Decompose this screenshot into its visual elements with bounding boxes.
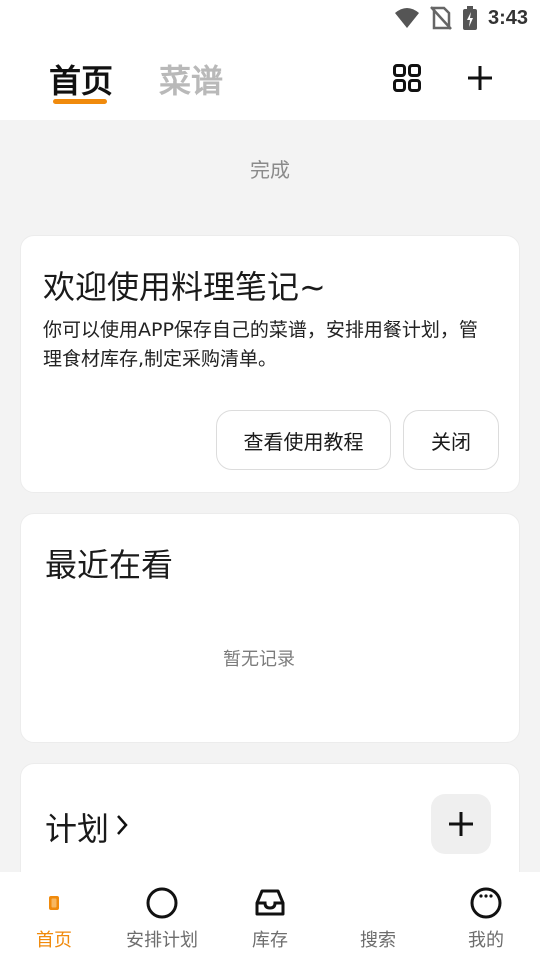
- top-header: 首页 菜谱: [0, 36, 540, 120]
- welcome-card: 欢迎使用料理笔记~ 你可以使用APP保存自己的菜谱，安排用餐计划，管理食材库存,…: [20, 235, 520, 493]
- no-sim-icon: [430, 6, 452, 30]
- profile-icon: [470, 886, 502, 920]
- wifi-icon: [394, 7, 420, 29]
- active-tab-indicator: [53, 99, 107, 104]
- chevron-right-icon: [115, 813, 129, 841]
- nav-label-profile: 我的: [468, 930, 504, 951]
- nav-label-home: 首页: [36, 930, 72, 951]
- tab-home[interactable]: 首页: [49, 56, 113, 102]
- nav-item-home[interactable]: 首页: [0, 872, 108, 960]
- tab-recipes[interactable]: 菜谱: [159, 56, 223, 102]
- home-icon: [47, 886, 61, 920]
- done-button[interactable]: 完成: [0, 154, 540, 183]
- recent-title: 最近在看: [45, 546, 174, 584]
- nav-label-schedule: 安排计划: [126, 930, 198, 951]
- nav-item-profile[interactable]: 我的: [432, 872, 540, 960]
- close-button[interactable]: 关闭: [403, 410, 499, 470]
- inbox-icon: [255, 886, 285, 920]
- circle-icon: [146, 886, 178, 920]
- status-time: 3:43: [487, 6, 528, 29]
- battery-icon: [462, 6, 478, 30]
- recent-card: 最近在看 暂无记录: [20, 513, 520, 743]
- nav-item-schedule[interactable]: 安排计划: [108, 872, 216, 960]
- add-icon: [449, 812, 473, 836]
- plus-icon[interactable]: [462, 60, 498, 96]
- view-tutorial-button[interactable]: 查看使用教程: [216, 410, 391, 470]
- nav-label-search: 搜索: [360, 930, 396, 951]
- nav-item-search[interactable]: 搜索: [324, 872, 432, 960]
- recent-empty-text: 暂无记录: [223, 649, 295, 670]
- welcome-description: 你可以使用APP保存自己的菜谱，安排用餐计划，管理食材库存,制定采购清单。: [43, 319, 478, 370]
- welcome-title: 欢迎使用料理笔记~: [43, 268, 326, 306]
- grid-icon[interactable]: [389, 60, 425, 96]
- add-plan-button[interactable]: [431, 794, 491, 854]
- plan-header-link[interactable]: 计划: [45, 804, 129, 850]
- plan-title: 计划: [45, 810, 110, 848]
- status-bar: 3:43: [0, 0, 540, 36]
- nav-item-inventory[interactable]: 库存: [216, 872, 324, 960]
- bottom-nav: 首页 安排计划 库存 搜索 我的: [0, 872, 540, 960]
- nav-label-inventory: 库存: [252, 930, 288, 951]
